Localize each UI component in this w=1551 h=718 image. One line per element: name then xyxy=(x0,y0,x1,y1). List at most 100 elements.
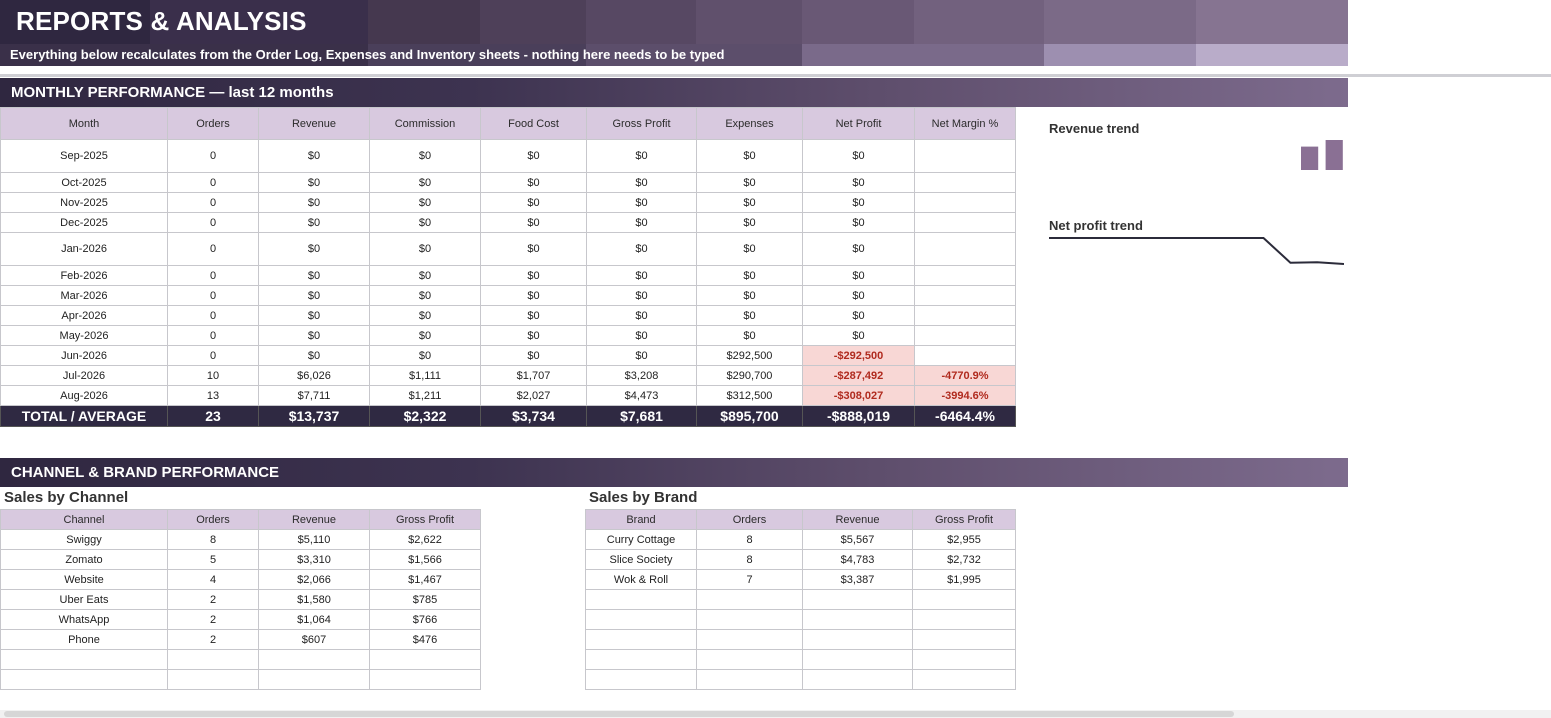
column-header-revenue[interactable]: Revenue xyxy=(258,509,370,530)
cell-net-margin[interactable] xyxy=(914,172,1016,193)
cell-gross-profit[interactable]: $0 xyxy=(586,212,697,233)
cell-gross-profit[interactable] xyxy=(912,669,1016,690)
cell-orders[interactable]: 0 xyxy=(167,192,259,213)
cell-month[interactable]: Feb-2026 xyxy=(0,265,168,286)
cell-month[interactable]: Dec-2025 xyxy=(0,212,168,233)
cell-month[interactable]: Oct-2025 xyxy=(0,172,168,193)
cell-net-profit[interactable]: $0 xyxy=(802,265,915,286)
cell-month[interactable]: Mar-2026 xyxy=(0,285,168,306)
cell-orders[interactable] xyxy=(167,669,259,690)
column-header-commission[interactable]: Commission xyxy=(369,107,481,140)
cell-net-margin[interactable] xyxy=(914,305,1016,326)
cell-commission[interactable]: $0 xyxy=(369,172,481,193)
cell-food-cost[interactable]: $0 xyxy=(480,232,587,266)
cell-channel[interactable]: Uber Eats xyxy=(0,589,168,610)
cell-gross-profit[interactable]: $0 xyxy=(586,232,697,266)
total-expenses[interactable]: $895,700 xyxy=(696,405,803,427)
cell-commission[interactable]: $0 xyxy=(369,212,481,233)
column-header-gross-profit[interactable]: Gross Profit xyxy=(912,509,1016,530)
cell-revenue[interactable]: $6,026 xyxy=(258,365,370,386)
cell-revenue[interactable] xyxy=(802,669,913,690)
cell-gross-profit[interactable]: $785 xyxy=(369,589,481,610)
cell-expenses[interactable]: $0 xyxy=(696,212,803,233)
cell-channel[interactable]: Swiggy xyxy=(0,529,168,550)
cell-expenses[interactable]: $0 xyxy=(696,172,803,193)
cell-commission[interactable]: $0 xyxy=(369,305,481,326)
cell-channel[interactable]: Phone xyxy=(0,629,168,650)
cell-commission[interactable]: $0 xyxy=(369,192,481,213)
cell-revenue[interactable]: $1,064 xyxy=(258,609,370,630)
cell-food-cost[interactable]: $0 xyxy=(480,212,587,233)
cell-brand[interactable] xyxy=(585,669,697,690)
cell-gross-profit[interactable]: $476 xyxy=(369,629,481,650)
cell-revenue[interactable]: $0 xyxy=(258,212,370,233)
cell-net-margin[interactable] xyxy=(914,345,1016,366)
column-header-expenses[interactable]: Expenses xyxy=(696,107,803,140)
cell-revenue[interactable]: $0 xyxy=(258,192,370,213)
cell-food-cost[interactable]: $0 xyxy=(480,305,587,326)
cell-commission[interactable]: $0 xyxy=(369,265,481,286)
horizontal-scrollbar[interactable] xyxy=(0,710,1551,718)
column-header-net-profit[interactable]: Net Profit xyxy=(802,107,915,140)
column-header-revenue[interactable]: Revenue xyxy=(802,509,913,530)
cell-revenue[interactable]: $0 xyxy=(258,232,370,266)
cell-revenue[interactable] xyxy=(802,629,913,650)
cell-revenue[interactable]: $5,110 xyxy=(258,529,370,550)
cell-revenue[interactable]: $0 xyxy=(258,305,370,326)
cell-orders[interactable] xyxy=(696,589,803,610)
cell-orders[interactable]: 0 xyxy=(167,265,259,286)
cell-orders[interactable] xyxy=(696,669,803,690)
cell-gross-profit[interactable]: $4,473 xyxy=(586,385,697,406)
cell-net-profit[interactable]: $0 xyxy=(802,192,915,213)
cell-food-cost[interactable]: $0 xyxy=(480,265,587,286)
cell-food-cost[interactable]: $0 xyxy=(480,325,587,346)
cell-expenses[interactable]: $0 xyxy=(696,139,803,173)
cell-revenue[interactable]: $0 xyxy=(258,285,370,306)
cell-net-profit[interactable]: -$292,500 xyxy=(802,345,915,366)
cell-gross-profit[interactable] xyxy=(912,649,1016,670)
cell-gross-profit[interactable]: $0 xyxy=(586,265,697,286)
cell-brand[interactable] xyxy=(585,589,697,610)
column-header-net-margin[interactable]: Net Margin % xyxy=(914,107,1016,140)
cell-food-cost[interactable]: $0 xyxy=(480,172,587,193)
cell-revenue[interactable]: $0 xyxy=(258,265,370,286)
column-header-orders[interactable]: Orders xyxy=(167,509,259,530)
cell-orders[interactable]: 0 xyxy=(167,232,259,266)
cell-gross-profit[interactable]: $2,622 xyxy=(369,529,481,550)
cell-net-profit[interactable]: -$287,492 xyxy=(802,365,915,386)
cell-commission[interactable]: $0 xyxy=(369,285,481,306)
cell-gross-profit[interactable] xyxy=(912,589,1016,610)
cell-expenses[interactable]: $290,700 xyxy=(696,365,803,386)
cell-net-margin[interactable] xyxy=(914,192,1016,213)
cell-channel[interactable] xyxy=(0,669,168,690)
cell-net-margin[interactable]: -3994.6% xyxy=(914,385,1016,406)
total-revenue[interactable]: $13,737 xyxy=(258,405,370,427)
cell-orders[interactable]: 7 xyxy=(696,569,803,590)
cell-food-cost[interactable]: $2,027 xyxy=(480,385,587,406)
cell-gross-profit[interactable]: $0 xyxy=(586,305,697,326)
total-orders[interactable]: 23 xyxy=(167,405,259,427)
cell-net-margin[interactable]: -4770.9% xyxy=(914,365,1016,386)
total-month[interactable]: TOTAL / AVERAGE xyxy=(0,405,168,427)
cell-orders[interactable]: 0 xyxy=(167,305,259,326)
cell-food-cost[interactable]: $0 xyxy=(480,192,587,213)
cell-revenue[interactable]: $7,711 xyxy=(258,385,370,406)
total-food-cost[interactable]: $3,734 xyxy=(480,405,587,427)
cell-gross-profit[interactable]: $1,995 xyxy=(912,569,1016,590)
cell-orders[interactable]: 0 xyxy=(167,285,259,306)
column-header-month[interactable]: Month xyxy=(0,107,168,140)
cell-channel[interactable]: Website xyxy=(0,569,168,590)
cell-commission[interactable]: $0 xyxy=(369,232,481,266)
cell-net-profit[interactable]: $0 xyxy=(802,172,915,193)
cell-net-margin[interactable] xyxy=(914,232,1016,266)
cell-orders[interactable] xyxy=(696,629,803,650)
column-header-orders[interactable]: Orders xyxy=(696,509,803,530)
column-header-gross-profit[interactable]: Gross Profit xyxy=(586,107,697,140)
cell-net-margin[interactable] xyxy=(914,325,1016,346)
cell-gross-profit[interactable]: $2,955 xyxy=(912,529,1016,550)
cell-brand[interactable] xyxy=(585,629,697,650)
cell-brand[interactable] xyxy=(585,609,697,630)
cell-orders[interactable]: 0 xyxy=(167,212,259,233)
cell-gross-profit[interactable]: $0 xyxy=(586,139,697,173)
cell-net-profit[interactable]: -$308,027 xyxy=(802,385,915,406)
